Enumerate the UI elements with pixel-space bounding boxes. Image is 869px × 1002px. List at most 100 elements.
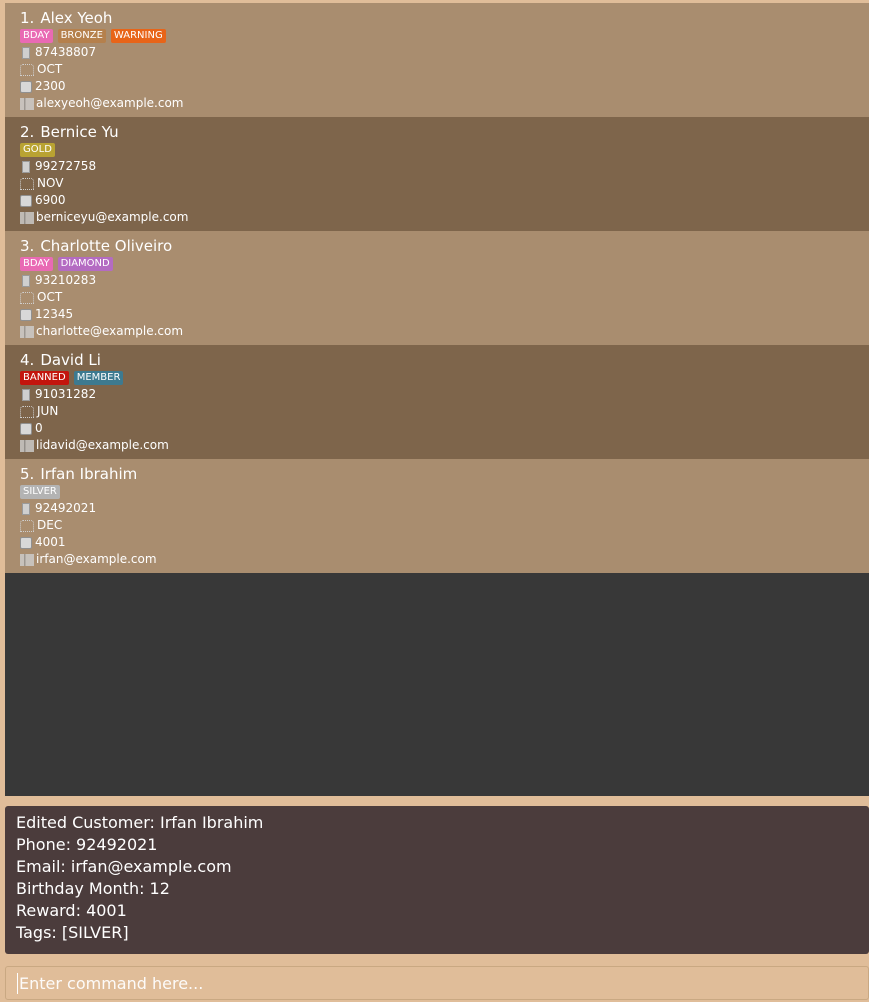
reward-field: 2300 [20,78,869,95]
tag-badge: GOLD [20,143,55,157]
phone-field: 91031282 [20,386,869,403]
phone-icon [22,274,30,287]
gift-icon [20,194,32,207]
tag-badge: MEMBER [73,371,124,385]
tag-badge: WARNING [110,29,166,43]
phone-field: 87438807 [20,44,869,61]
tag-badge: BDAY [20,29,53,43]
result-line: Phone: 92492021 [16,835,158,854]
phone-icon [22,502,30,515]
reward-field-value: 4001 [35,535,66,549]
gift-icon [20,80,32,93]
reward-field: 4001 [20,534,869,551]
result-line: Edited Customer: Irfan Ibrahim [16,813,264,832]
birthday-field-value: OCT [37,62,63,76]
customer-list[interactable]: 1. Alex Yeoh BDAY BRONZE WARNING 87438807 OCT 2… [5,3,869,796]
customer-name: Alex Yeoh [40,9,113,27]
customer-card[interactable]: 5. Irfan Ibrahim SILVER 92492021 DEC 4001 irfa… [5,459,869,573]
tag-list: BANNED MEMBER [20,370,869,386]
result-display: Edited Customer: Irfan Ibrahim Phone: 92… [5,806,869,954]
command-box[interactable] [5,966,869,1000]
mail-icon [20,553,34,566]
tag-list: SILVER [20,484,869,500]
phone-icon [22,388,30,401]
customer-card[interactable]: 4. David Li BANNED MEMBER 91031282 JUN 0 lidavi… [5,345,869,459]
reward-field-value: 12345 [35,307,74,321]
birthday-field-value: JUN [37,404,59,418]
birthday-field: JUN [20,403,869,420]
birthday-field-value: NOV [37,176,64,190]
reward-field: 12345 [20,306,869,323]
customer-index: 2. [20,123,35,141]
customer-name: David Li [40,351,101,369]
customer-card[interactable]: 2. Bernice Yu GOLD 99272758 NOV 6900 berniceyu… [5,117,869,231]
customer-index: 4. [20,351,35,369]
tag-list: BDAY DIAMOND [20,256,869,272]
customer-index: 1. [20,9,35,27]
phone-field: 93210283 [20,272,869,289]
tag-badge: DIAMOND [57,257,113,271]
phone-field-value: 93210283 [35,273,97,287]
gift-icon [20,422,32,435]
email-field: irfan@example.com [20,551,869,568]
birthday-field-value: DEC [37,518,63,532]
customer-card[interactable]: 1. Alex Yeoh BDAY BRONZE WARNING 87438807 OCT 2… [5,3,869,117]
customer-name-row: 4. David Li [20,351,869,369]
phone-icon [22,160,30,173]
customer-card[interactable]: 3. Charlotte Oliveiro BDAY DIAMOND 93210283 O… [5,231,869,345]
tag-badge: BANNED [20,371,69,385]
email-field: berniceyu@example.com [20,209,869,226]
email-field: charlotte@example.com [20,323,869,340]
reward-field: 0 [20,420,869,437]
gift-icon [20,536,32,549]
phone-field-value: 91031282 [35,387,97,401]
email-field: lidavid@example.com [20,437,869,454]
customer-name-row: 2. Bernice Yu [20,123,869,141]
result-line: Tags: [SILVER] [16,923,129,942]
phone-field-value: 92492021 [35,501,97,515]
gift-icon [20,308,32,321]
email-field-value: lidavid@example.com [36,438,169,452]
reward-field-value: 2300 [35,79,66,93]
tag-list: GOLD [20,142,869,158]
birthday-field: OCT [20,289,869,306]
email-field: alexyeoh@example.com [20,95,869,112]
cake-icon [20,519,34,532]
customer-name-row: 3. Charlotte Oliveiro [20,237,869,255]
customer-name: Irfan Ibrahim [40,465,138,483]
customer-name: Bernice Yu [40,123,119,141]
mail-icon [20,325,34,338]
customer-name-row: 1. Alex Yeoh [20,9,869,27]
result-line: Birthday Month: 12 [16,879,170,898]
tag-badge: SILVER [20,485,60,499]
email-field-value: irfan@example.com [36,552,157,566]
mail-icon [20,439,34,452]
customer-index: 5. [20,465,35,483]
email-field-value: charlotte@example.com [36,324,184,338]
reward-field-value: 6900 [35,193,66,207]
birthday-field-value: OCT [37,290,63,304]
phone-field: 92492021 [20,500,869,517]
email-field-value: berniceyu@example.com [36,210,189,224]
result-line: Reward: 4001 [16,901,127,920]
birthday-field: NOV [20,175,869,192]
phone-field: 99272758 [20,158,869,175]
tag-badge: BDAY [20,257,53,271]
reward-field: 6900 [20,192,869,209]
birthday-field: OCT [20,61,869,78]
phone-field-value: 87438807 [35,45,97,59]
phone-icon [22,46,30,59]
command-input[interactable] [17,972,868,994]
cake-icon [20,63,34,76]
email-field-value: alexyeoh@example.com [36,96,184,110]
mail-icon [20,97,34,110]
mail-icon [20,211,34,224]
result-line: Email: irfan@example.com [16,857,232,876]
reward-field-value: 0 [35,421,43,435]
tag-list: BDAY BRONZE WARNING [20,28,869,44]
cake-icon [20,177,34,190]
customer-name: Charlotte Oliveiro [40,237,173,255]
birthday-field: DEC [20,517,869,534]
customer-name-row: 5. Irfan Ibrahim [20,465,869,483]
cake-icon [20,405,34,418]
